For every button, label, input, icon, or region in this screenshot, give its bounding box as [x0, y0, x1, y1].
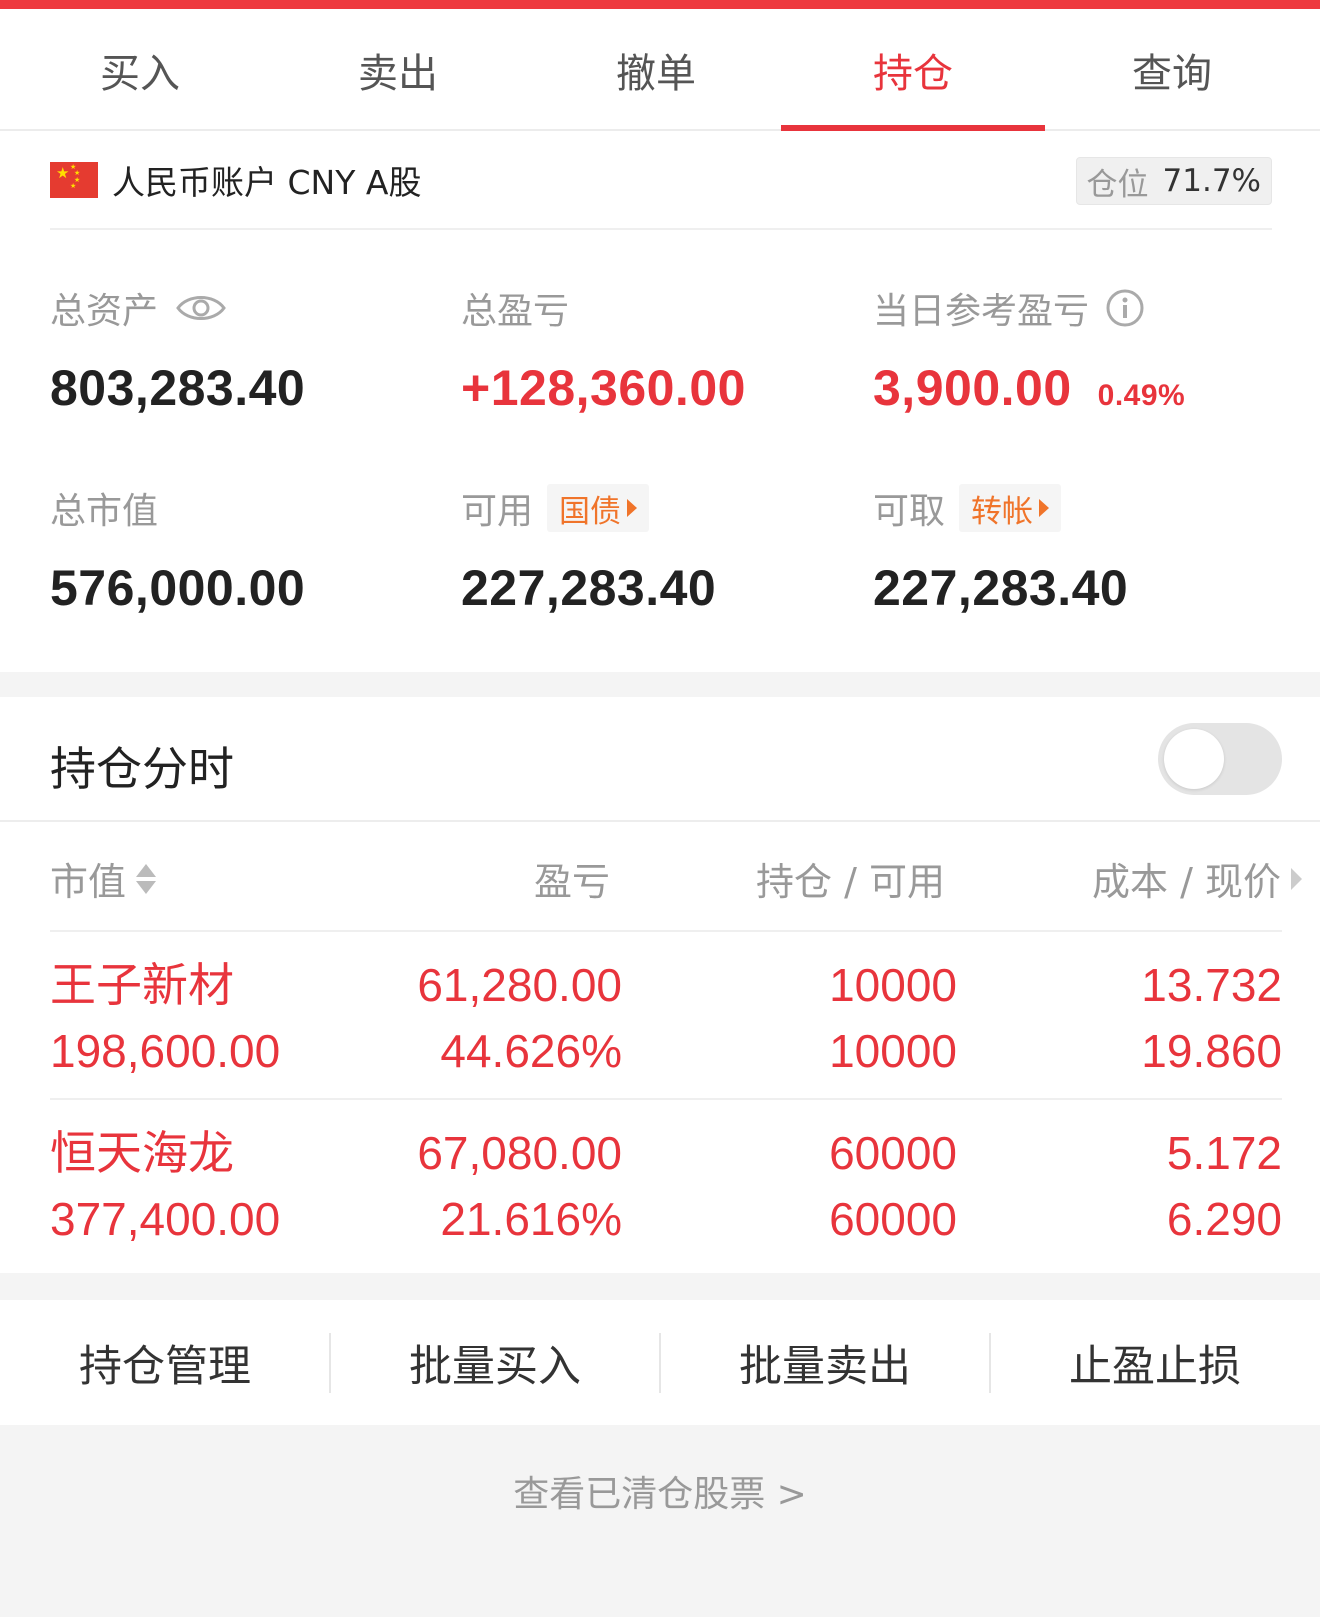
stock-pnl: 61,280.00	[417, 959, 622, 1011]
account-name: 人民币账户 CNY A股	[112, 162, 422, 202]
stock-price: 19.860	[1141, 1025, 1282, 1077]
withdrawable-funds: 可取 转帐 227,283.40	[873, 483, 1128, 617]
account-summary: ★ ★ ★ ★ ★ 人民币账户 CNY A股 仓位 71.7% 总资产 803,283.…	[0, 131, 1320, 672]
daily-pnl-label: 当日参考盈亏	[873, 291, 1090, 332]
stock-available: 60000	[829, 1193, 957, 1245]
total-pnl: 总盈亏 +128,360.00	[461, 283, 746, 417]
col-pnl: 盈亏	[533, 860, 610, 904]
daily-pnl-percent: 0.49%	[1097, 379, 1186, 412]
action-bar: 持仓管理 批量买入 批量卖出 止盈止损	[0, 1300, 1320, 1425]
holdings-title: 持仓分时	[50, 742, 234, 796]
total-assets-label: 总资产	[50, 291, 159, 332]
available-funds: 可用 国债 227,283.40	[461, 483, 716, 617]
tab-positions[interactable]: 持仓	[781, 9, 1045, 131]
trade-tabs: 买入 卖出 撤单 持仓 查询	[0, 9, 1320, 131]
stock-cost: 5.172	[1166, 1127, 1282, 1179]
tab-buy[interactable]: 买入	[8, 9, 272, 131]
holdings-header: 持仓分时	[0, 697, 1320, 822]
toggle-knob	[1164, 729, 1224, 789]
position-ratio-value: 71.7%	[1162, 163, 1261, 199]
top-accent-bar	[0, 0, 1320, 9]
view-cleared-stocks-link[interactable]: 查看已清仓股票 >	[0, 1465, 1320, 1517]
col-market-value-label: 市值	[50, 860, 127, 904]
daily-pnl-value: 3,900.00	[873, 360, 1072, 416]
holdings-section: 持仓分时 市值 盈亏 持仓 / 可用 成本 / 现价 王子新材 198,600.…	[0, 697, 1320, 1273]
available-label: 可用	[461, 491, 534, 532]
stock-position: 10000	[829, 959, 957, 1011]
position-ratio-label: 仓位	[1086, 166, 1149, 203]
withdrawable-value: 227,283.40	[873, 560, 1129, 616]
transfer-label: 转帐	[971, 493, 1034, 530]
stock-available: 10000	[829, 1025, 957, 1077]
stock-cost: 13.732	[1141, 959, 1282, 1011]
withdrawable-label: 可取	[873, 491, 946, 532]
table-row[interactable]: 王子新材 198,600.00 61,280.00 44.626% 10000 …	[50, 930, 1282, 1098]
total-assets-value: 803,283.40	[50, 360, 306, 416]
stock-market-value: 198,600.00	[50, 1025, 281, 1077]
stock-position: 60000	[829, 1127, 957, 1179]
market-value: 总市值 576,000.00	[50, 483, 305, 617]
col-position: 持仓 / 可用	[756, 860, 945, 904]
stop-profit-loss-button[interactable]: 止盈止损	[990, 1300, 1320, 1425]
available-value: 227,283.40	[461, 560, 717, 616]
col-cost-price[interactable]: 成本 / 现价	[1092, 851, 1302, 906]
total-pnl-label: 总盈亏	[461, 291, 570, 332]
position-management-button[interactable]: 持仓管理	[0, 1300, 330, 1425]
treasury-bond-label: 国债	[559, 493, 622, 530]
stock-pnl-percent: 44.626%	[440, 1025, 622, 1077]
batch-sell-button[interactable]: 批量卖出	[660, 1300, 990, 1425]
transfer-button[interactable]: 转帐	[959, 484, 1062, 532]
caret-right-icon	[1039, 499, 1050, 517]
market-value-value: 576,000.00	[50, 560, 306, 616]
stock-name: 王子新材	[50, 958, 234, 1012]
total-pnl-value: +128,360.00	[461, 360, 746, 416]
info-icon[interactable]	[1105, 288, 1145, 328]
tab-cancel-order[interactable]: 撤单	[524, 9, 788, 131]
tab-sell[interactable]: 卖出	[266, 9, 530, 131]
stock-price: 6.290	[1166, 1193, 1282, 1245]
account-row[interactable]: ★ ★ ★ ★ ★ 人民币账户 CNY A股 仓位 71.7%	[50, 131, 1272, 230]
stock-market-value: 377,400.00	[50, 1193, 281, 1245]
sort-icon	[136, 863, 157, 894]
tab-query[interactable]: 查询	[1040, 9, 1304, 131]
table-row[interactable]: 恒天海龙 377,400.00 67,080.00 21.616% 60000 …	[50, 1098, 1282, 1266]
eye-icon[interactable]	[176, 291, 226, 325]
holdings-column-header: 市值 盈亏 持仓 / 可用 成本 / 现价	[0, 823, 1320, 930]
daily-pnl: 当日参考盈亏 3,900.00 0.49%	[873, 283, 1185, 417]
total-assets: 总资产 803,283.40	[50, 283, 305, 417]
stock-pnl: 67,080.00	[417, 1127, 622, 1179]
chevron-right-icon	[1291, 867, 1302, 890]
treasury-bond-button[interactable]: 国债	[547, 484, 650, 532]
china-flag-icon: ★ ★ ★ ★ ★	[50, 161, 98, 198]
col-market-value[interactable]: 市值	[50, 851, 157, 906]
col-cost-price-label: 成本 / 现价	[1092, 860, 1281, 904]
stock-pnl-percent: 21.616%	[440, 1193, 622, 1245]
position-ratio-badge: 仓位 71.7%	[1075, 157, 1272, 205]
stock-name: 恒天海龙	[50, 1126, 234, 1180]
caret-right-icon	[627, 499, 638, 517]
batch-buy-button[interactable]: 批量买入	[330, 1300, 660, 1425]
intraday-toggle[interactable]	[1158, 723, 1282, 795]
market-value-label: 总市值	[50, 491, 159, 532]
